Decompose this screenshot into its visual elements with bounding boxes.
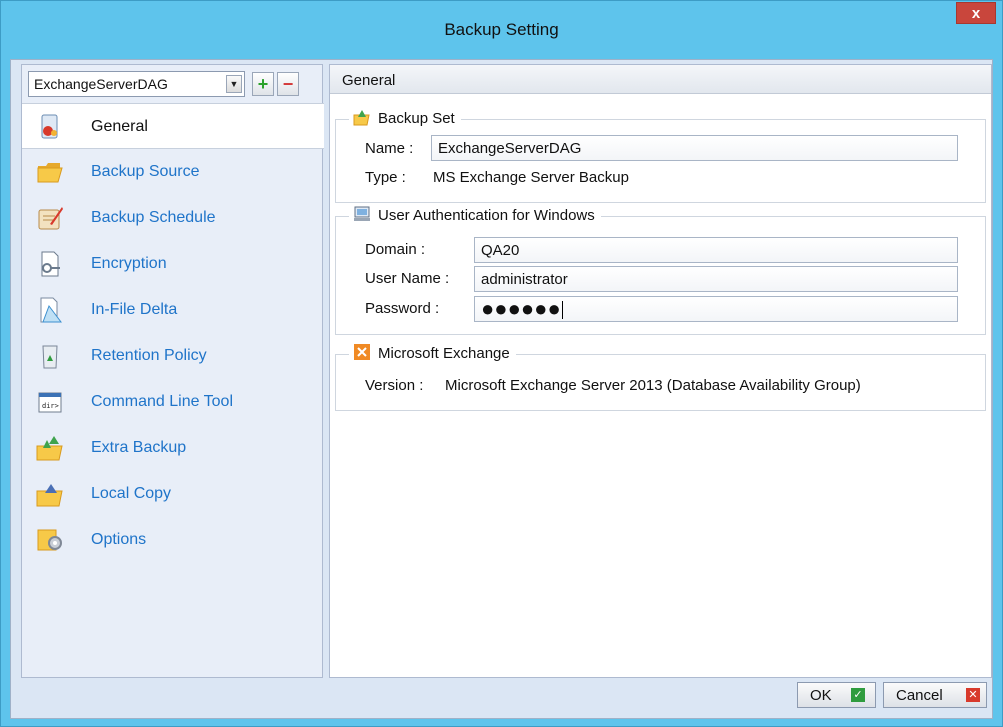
exchange-group: Microsoft Exchange Version : Microsoft E… <box>335 343 986 411</box>
sidebar-item-label: In-File Delta <box>91 301 178 318</box>
computer-icon <box>354 206 370 221</box>
delta-icon <box>40 297 62 323</box>
settings-panel: General Backup Set Name : ExchangeServer… <box>329 64 992 678</box>
options-gear-icon <box>37 529 62 551</box>
sidebar-item-command-line-tool[interactable]: dir> Command Line Tool <box>22 379 322 425</box>
type-label: Type : <box>365 169 406 186</box>
user-auth-group: User Authentication for Windows Domain :… <box>335 205 986 335</box>
sidebar-item-local-copy[interactable]: Local Copy <box>22 471 322 517</box>
sidebar-item-label: General <box>91 118 148 135</box>
password-field[interactable]: ●●●●●● <box>474 296 958 322</box>
panel-header: General <box>330 65 991 94</box>
sidebar-item-label: Local Copy <box>91 485 172 502</box>
add-backup-set-button[interactable]: + <box>252 72 274 96</box>
backup-setting-window: Backup Setting x ExchangeServerDAG ▼ + −… <box>0 0 1003 727</box>
close-button[interactable]: x <box>956 2 996 24</box>
username-label: User Name : <box>365 270 450 287</box>
folder-icon <box>37 163 63 183</box>
type-value: MS Exchange Server Backup <box>433 169 629 186</box>
remove-backup-set-button[interactable]: − <box>277 72 299 96</box>
group-title-text: Backup Set <box>378 110 455 127</box>
backup-set-group-title: Backup Set <box>349 108 461 130</box>
dropdown-arrow-icon[interactable]: ▼ <box>226 75 242 93</box>
version-label: Version : <box>365 377 424 394</box>
key-icon <box>41 251 60 277</box>
sidebar-item-label: Backup Source <box>91 163 200 180</box>
sidebar-item-encryption[interactable]: Encryption <box>22 241 322 287</box>
group-title-text: Microsoft Exchange <box>378 345 510 362</box>
name-label: Name : <box>365 140 414 157</box>
sidebar-item-general[interactable]: General <box>22 103 324 149</box>
domain-field[interactable]: QA20 <box>474 237 958 263</box>
cancel-button[interactable]: Cancel ✕ <box>883 682 987 708</box>
sidebar-item-extra-backup[interactable]: Extra Backup <box>22 425 322 471</box>
sidebar-item-in-file-delta[interactable]: In-File Delta <box>22 287 322 333</box>
cancel-x-icon: ✕ <box>966 688 980 702</box>
check-icon: ✓ <box>851 688 865 702</box>
sidebar-item-label: Options <box>91 531 147 548</box>
group-title-text: User Authentication for Windows <box>378 207 595 224</box>
sidebar-item-options[interactable]: Options <box>22 517 322 563</box>
exchange-icon <box>354 344 370 360</box>
sidebar-item-retention-policy[interactable]: Retention Policy <box>22 333 322 379</box>
sidebar: ExchangeServerDAG ▼ + − General Backup S… <box>21 64 324 678</box>
sidebar-item-label: Command Line Tool <box>91 393 234 410</box>
sidebar-item-backup-source[interactable]: Backup Source <box>22 149 322 195</box>
backup-set-icon <box>353 110 370 126</box>
version-value: Microsoft Exchange Server 2013 (Database… <box>445 377 861 394</box>
terminal-icon: dir> <box>38 392 62 413</box>
general-icon <box>41 114 58 139</box>
ok-button[interactable]: OK ✓ <box>797 682 876 708</box>
schedule-icon <box>38 207 63 230</box>
user-auth-group-title: User Authentication for Windows <box>349 205 601 227</box>
text-caret <box>561 301 563 319</box>
sidebar-item-label: Backup Schedule <box>91 209 216 226</box>
settings-nav: General Backup Source Backup Schedule En… <box>22 103 324 563</box>
sidebar-item-backup-schedule[interactable]: Backup Schedule <box>22 195 322 241</box>
sidebar-item-label: Retention Policy <box>91 347 207 364</box>
local-copy-icon <box>36 484 63 507</box>
domain-label: Domain : <box>365 241 426 258</box>
password-value: ●●●●●● <box>481 296 561 321</box>
backup-set-group: Backup Set Name : ExchangeServerDAG Type… <box>335 108 986 203</box>
sidebar-item-label: Encryption <box>91 255 167 272</box>
cancel-button-label: Cancel <box>896 687 943 704</box>
title-bar[interactable]: Backup Setting x <box>1 1 1002 59</box>
extra-backup-icon <box>36 436 63 461</box>
ok-button-label: OK <box>810 687 832 704</box>
recycle-icon <box>42 345 58 369</box>
sidebar-item-label: Extra Backup <box>91 439 187 456</box>
backup-set-name-field[interactable]: ExchangeServerDAG <box>431 135 958 161</box>
backup-set-selected: ExchangeServerDAG <box>34 76 168 92</box>
window-title: Backup Setting <box>444 20 559 39</box>
password-label: Password : <box>365 300 440 317</box>
exchange-group-title: Microsoft Exchange <box>349 343 516 365</box>
backup-set-dropdown[interactable]: ExchangeServerDAG ▼ <box>28 71 245 97</box>
username-field[interactable]: administrator <box>474 266 958 292</box>
svg-text:dir>: dir> <box>42 402 59 410</box>
